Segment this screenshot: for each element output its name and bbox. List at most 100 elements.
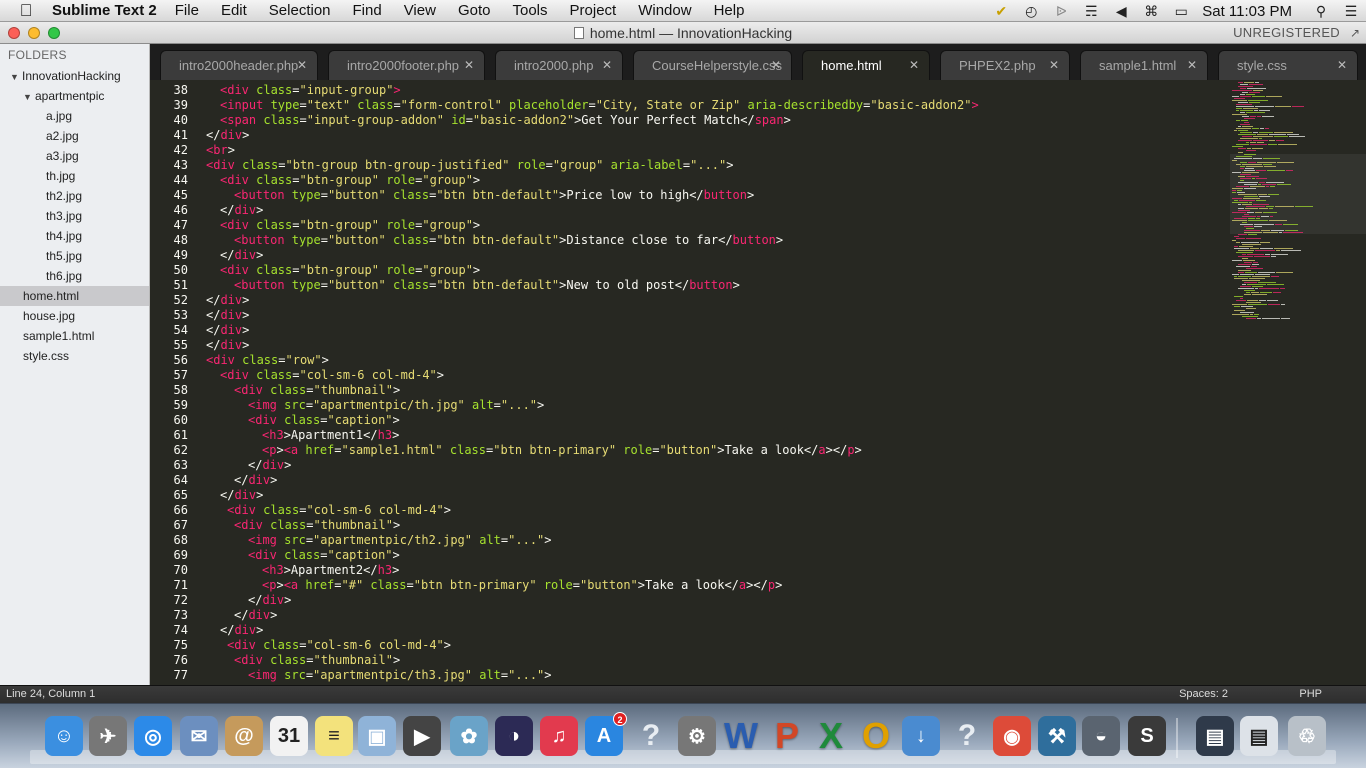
word-icon[interactable]: W	[722, 715, 760, 756]
code-line[interactable]: <img src="apartmentpic/th.jpg" alt="..."…	[248, 398, 544, 412]
window-title-bar[interactable]: home.html — InnovationHacking UNREGISTER…	[0, 22, 1366, 44]
sidebar-item-a3-jpg[interactable]: a3.jpg	[0, 146, 149, 166]
sidebar-item-th2-jpg[interactable]: th2.jpg	[0, 186, 149, 206]
notification-center-icon[interactable]: ☰	[1336, 3, 1366, 20]
unknown-app-icon[interactable]: ?	[632, 716, 670, 756]
code-line[interactable]: <div class="btn-group" role="group">	[220, 263, 480, 277]
close-tab-icon[interactable]: ✕	[771, 58, 781, 72]
code-line[interactable]: <br>	[206, 143, 235, 157]
tab-style-css[interactable]: style.css ✕	[1218, 50, 1358, 80]
code-line[interactable]: <img src="apartmentpic/th2.jpg" alt="...…	[248, 533, 552, 547]
code-line[interactable]: </div>	[206, 293, 249, 307]
menu-goto[interactable]: Goto	[458, 2, 491, 19]
code-line[interactable]: <button type="button" class="btn btn-def…	[234, 233, 783, 247]
tab-sample1-html[interactable]: sample1.html ✕	[1080, 50, 1208, 80]
tab-home-html[interactable]: home.html ✕	[802, 50, 930, 80]
tab-intro2000-php[interactable]: intro2000.php ✕	[495, 50, 623, 80]
sidebar-item-home-html[interactable]: home.html	[0, 286, 149, 306]
close-tab-icon[interactable]: ✕	[602, 58, 612, 72]
close-tab-icon[interactable]: ✕	[909, 58, 919, 72]
close-tab-icon[interactable]: ✕	[464, 58, 474, 72]
checkmark-status-icon[interactable]: ✔	[986, 3, 1016, 20]
downloads-stack-icon[interactable]: ▤	[1196, 716, 1234, 756]
sidebar-item-a2-jpg[interactable]: a2.jpg	[0, 126, 149, 146]
menu-project[interactable]: Project	[570, 2, 617, 19]
code-line[interactable]: </div>	[248, 593, 291, 607]
disclosure-arrow-icon[interactable]: ▼	[10, 67, 22, 87]
code-line[interactable]: <div class="btn-group" role="group">	[220, 173, 480, 187]
code-line[interactable]: </div>	[220, 488, 263, 502]
notes-icon[interactable]: ≡	[315, 716, 353, 756]
sidebar-item-apartmentpic[interactable]: ▼ apartmentpic	[0, 86, 149, 106]
code-line[interactable]: <div class="caption">	[248, 548, 400, 562]
code-line[interactable]: <div class="col-sm-6 col-md-4">	[220, 368, 444, 382]
time-machine-icon[interactable]: ◴	[1016, 3, 1046, 20]
volume-icon[interactable]: ◀	[1106, 3, 1136, 20]
code-line[interactable]: <div class="btn-group btn-group-justifie…	[206, 158, 733, 172]
apple-menu-icon[interactable]: 	[0, 1, 52, 21]
iphoto-icon[interactable]: ✿	[450, 716, 488, 756]
itunes-icon[interactable]: ♫	[540, 716, 578, 756]
code-line[interactable]: </div>	[206, 128, 249, 142]
code-line[interactable]: <p><a href="sample1.html" class="btn btn…	[262, 443, 862, 457]
code-line[interactable]: <div class="col-sm-6 col-md-4">	[227, 503, 451, 517]
indentation-setting[interactable]: Spaces: 2	[1179, 688, 1228, 700]
trash-icon[interactable]: ♲	[1288, 716, 1326, 756]
fullscreen-icon[interactable]: ↗	[1350, 26, 1360, 40]
eclipse-icon[interactable]: ◑	[495, 716, 533, 756]
code-line[interactable]: <div class="col-sm-6 col-md-4">	[227, 638, 451, 652]
code-editor[interactable]: 38 39 40 41 42 43 44 45 46 47 48 49 50 51 52 53 54 55 56 57…	[150, 80, 1230, 685]
code-line[interactable]: </div>	[220, 203, 263, 217]
disclosure-arrow-icon[interactable]: ▼	[23, 87, 35, 107]
tab-coursehelperstyle-css[interactable]: CourseHelperstyle.css ✕	[633, 50, 792, 80]
code-line[interactable]: </div>	[206, 323, 249, 337]
sidebar-item-th4-jpg[interactable]: th4.jpg	[0, 226, 149, 246]
minimap[interactable]	[1230, 80, 1366, 685]
menubar-clock[interactable]: Sat 11:03 PM	[1202, 3, 1292, 20]
chrome-icon[interactable]: ◉	[993, 716, 1031, 756]
document-proxy-icon[interactable]	[573, 27, 584, 39]
tab-intro2000footer-php[interactable]: intro2000footer.php ✕	[328, 50, 485, 80]
sidebar-item-th6-jpg[interactable]: th6.jpg	[0, 266, 149, 286]
safari-icon[interactable]: ◎	[134, 716, 172, 756]
code-line[interactable]: <button type="button" class="btn btn-def…	[234, 278, 740, 292]
code-line[interactable]: </div>	[220, 623, 263, 637]
launchpad-icon[interactable]: ✈	[89, 716, 127, 756]
battery-icon[interactable]: ▭	[1166, 3, 1196, 20]
code-line[interactable]: <input type="text" class="form-control" …	[220, 98, 979, 112]
code-line[interactable]: <p><a href="#" class="btn btn-primary" r…	[262, 578, 782, 592]
menu-selection[interactable]: Selection	[269, 2, 331, 19]
excel-icon[interactable]: X	[812, 715, 850, 756]
tab-intro2000header-php[interactable]: intro2000header.php ✕	[160, 50, 318, 80]
code-line[interactable]: </div>	[220, 248, 263, 262]
app-menu[interactable]: Sublime Text 2	[52, 2, 157, 19]
spotlight-search-icon[interactable]: ⚲	[1306, 3, 1336, 20]
input-menu-icon[interactable]: ⌘	[1136, 3, 1166, 20]
menu-window[interactable]: Window	[638, 2, 691, 19]
wifi-icon[interactable]: ☴	[1076, 3, 1106, 20]
sidebar-item-th5-jpg[interactable]: th5.jpg	[0, 246, 149, 266]
facetime-icon[interactable]: ▶	[403, 716, 441, 756]
sidebar-item-th3-jpg[interactable]: th3.jpg	[0, 206, 149, 226]
code-line[interactable]: <div class="row">	[206, 353, 329, 367]
sidebar-item-th-jpg[interactable]: th.jpg	[0, 166, 149, 186]
code-line[interactable]: <button type="button" class="btn btn-def…	[234, 188, 754, 202]
installer-icon[interactable]: ↓	[902, 716, 940, 756]
code-line[interactable]: <img src="apartmentpic/th3.jpg" alt="...…	[248, 668, 552, 682]
sequel-pro-icon[interactable]: ◒	[1082, 716, 1120, 756]
preview-icon[interactable]: ▣	[358, 716, 396, 756]
code-line[interactable]: <h3>Apartment1</h3>	[262, 428, 399, 442]
sidebar-item-innovationhacking[interactable]: ▼ InnovationHacking	[0, 66, 149, 86]
code-line[interactable]: <div class="input-group">	[220, 83, 401, 97]
menu-help[interactable]: Help	[714, 2, 745, 19]
code-line[interactable]: </div>	[234, 608, 277, 622]
menu-view[interactable]: View	[404, 2, 436, 19]
app-store-icon[interactable]: A2	[585, 712, 627, 756]
code-line[interactable]: <div class="caption">	[248, 413, 400, 427]
sidebar-item-style-css[interactable]: style.css	[0, 346, 149, 366]
code-line[interactable]: <div class="thumbnail">	[234, 518, 400, 532]
outlook-icon[interactable]: O	[857, 715, 895, 756]
code-line[interactable]: </div>	[206, 308, 249, 322]
menu-edit[interactable]: Edit	[221, 2, 247, 19]
syntax-mode[interactable]: PHP	[1299, 688, 1322, 700]
